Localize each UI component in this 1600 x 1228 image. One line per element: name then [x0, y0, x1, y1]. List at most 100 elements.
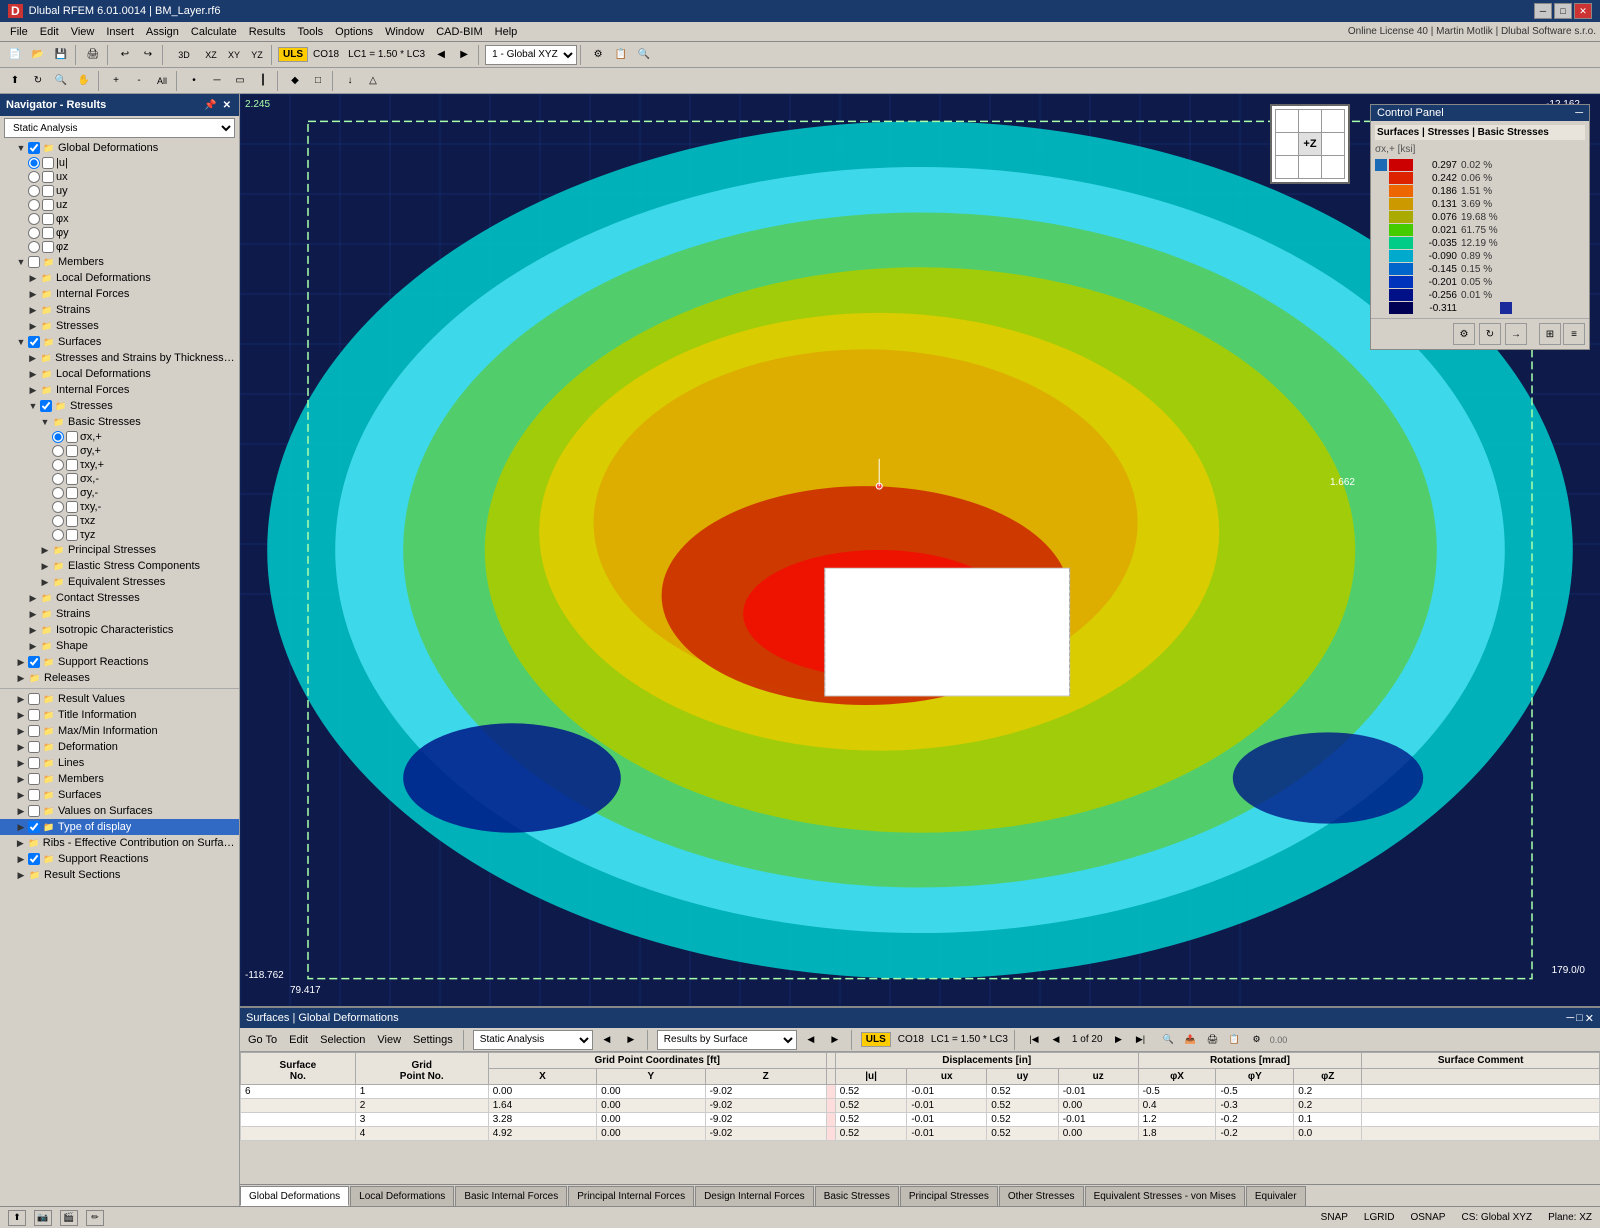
nav-item-values-on-surfaces[interactable]: ▶ 📁 Values on Surfaces	[0, 803, 239, 819]
nav-close-button[interactable]: ✕	[221, 100, 233, 111]
table-row[interactable]: 610.000.00-9.020.52-0.010.52-0.01-0.5-0.…	[241, 1085, 1600, 1099]
radio-tauxy-plus[interactable]	[52, 459, 64, 471]
bp-filter-btn[interactable]: 🔍	[1159, 1031, 1179, 1049]
nav-item-type-of-display[interactable]: ▶ 📁 Type of display	[0, 819, 239, 835]
nav-item-elastic-stress[interactable]: ▶ 📁 Elastic Stress Components	[0, 558, 239, 574]
nav-item-members-display[interactable]: ▶ 📁 Members	[0, 771, 239, 787]
nav-item-sigmay-plus[interactable]: σy,+	[0, 444, 239, 458]
check-maxmin[interactable]	[28, 725, 40, 737]
extra-btn-1[interactable]: ⚙	[587, 44, 609, 66]
check-surfaces[interactable]	[28, 336, 40, 348]
bp-result-select[interactable]: Results by Surface	[657, 1030, 797, 1050]
support-btn[interactable]: △	[362, 70, 384, 92]
check-members[interactable]	[28, 256, 40, 268]
render-btn[interactable]: ◆	[284, 70, 306, 92]
radio-sigmay-minus[interactable]	[52, 487, 64, 499]
expand-members[interactable]: ▼	[16, 257, 26, 267]
nav-analysis-select[interactable]: Static Analysis	[4, 118, 235, 138]
bp-next[interactable]: ▶	[621, 1031, 641, 1049]
nav-item-support-reactions-2[interactable]: ▶ 📁 Support Reactions	[0, 851, 239, 867]
nav-item-uz[interactable]: uz	[0, 198, 239, 212]
bp-print-btn[interactable]: 🖨	[1203, 1031, 1223, 1049]
select-button[interactable]: ⬆	[4, 70, 26, 92]
radio-sigmay-plus[interactable]	[52, 445, 64, 457]
view-yz[interactable]: YZ	[246, 44, 268, 66]
expand-ribs[interactable]: ▶	[16, 838, 25, 848]
check-title-info[interactable]	[28, 709, 40, 721]
menu-calculate[interactable]: Calculate	[185, 25, 243, 39]
bp-export-btn[interactable]: 📤	[1181, 1031, 1201, 1049]
expand-elastic[interactable]: ▶	[40, 561, 50, 571]
bp-last-page[interactable]: ▶|	[1131, 1031, 1151, 1049]
bp-extra1[interactable]: ⚙	[1247, 1031, 1267, 1049]
expand-support-2[interactable]: ▶	[16, 854, 26, 864]
bp-prev-page[interactable]: ◀	[1046, 1031, 1066, 1049]
nav-item-strains-surf[interactable]: ▶ 📁 Strains	[0, 606, 239, 622]
table-row[interactable]: 33.280.00-9.020.52-0.010.52-0.011.2-0.20…	[241, 1113, 1600, 1127]
bp-edit[interactable]: Edit	[285, 1033, 312, 1047]
expand-type-display[interactable]: ▶	[16, 822, 26, 832]
nav-item-result-values[interactable]: ▶ 📁 Result Values	[0, 691, 239, 707]
nav-item-internal-forces-members[interactable]: ▶ 📁 Internal Forces	[0, 286, 239, 302]
open-button[interactable]: 📂	[27, 44, 49, 66]
nav-item-sigmax-minus[interactable]: σx,-	[0, 472, 239, 486]
bottom-tab-8[interactable]: Equivalent Stresses - von Mises	[1085, 1186, 1245, 1206]
bottom-tab-5[interactable]: Basic Stresses	[815, 1186, 899, 1206]
nav-item-ribs[interactable]: ▶ 📁 Ribs - Effective Contribution on Sur…	[0, 835, 239, 851]
menu-window[interactable]: Window	[379, 25, 430, 39]
expand-surfaces-display[interactable]: ▶	[16, 790, 26, 800]
nav-item-ux[interactable]: ux	[0, 170, 239, 184]
table-row[interactable]: 44.920.00-9.020.52-0.010.520.001.8-0.20.…	[241, 1127, 1600, 1141]
check-values-surfaces[interactable]	[28, 805, 40, 817]
menu-edit[interactable]: Edit	[34, 25, 65, 39]
menu-tools[interactable]: Tools	[291, 25, 329, 39]
check-u-abs[interactable]	[42, 157, 54, 169]
bp-selection[interactable]: Selection	[316, 1033, 369, 1047]
bp-goto[interactable]: Go To	[244, 1033, 281, 1047]
check-result-values[interactable]	[28, 693, 40, 705]
zoom-button[interactable]: 🔍	[50, 70, 72, 92]
expand-lines[interactable]: ▶	[16, 758, 26, 768]
bottom-tab-1[interactable]: Local Deformations	[350, 1186, 454, 1206]
nav-item-stresses-members[interactable]: ▶ 📁 Stresses	[0, 318, 239, 334]
expand-isotropic[interactable]: ▶	[28, 625, 38, 635]
table-row[interactable]: 21.640.00-9.020.52-0.010.520.000.4-0.30.…	[241, 1099, 1600, 1113]
cp-refresh-button[interactable]: ↻	[1479, 323, 1501, 345]
check-sigmay-plus[interactable]	[66, 445, 78, 457]
expand-maxmin[interactable]: ▶	[16, 726, 26, 736]
radio-ux[interactable]	[28, 171, 40, 183]
check-phix[interactable]	[42, 213, 54, 225]
nav-item-tauxy-plus[interactable]: τxy,+	[0, 458, 239, 472]
nav-item-surfaces-display[interactable]: ▶ 📁 Surfaces	[0, 787, 239, 803]
print-button[interactable]: 🖨	[82, 44, 104, 66]
bp-prev[interactable]: ◀	[597, 1031, 617, 1049]
menu-cadbim[interactable]: CAD-BIM	[430, 25, 488, 39]
bp-analysis-select[interactable]: Static Analysis	[473, 1030, 593, 1050]
surfaces-show[interactable]: ▭	[229, 70, 251, 92]
extra-btn-3[interactable]: 🔍	[633, 44, 655, 66]
nav-item-local-def-surf[interactable]: ▶ 📁 Local Deformations	[0, 366, 239, 382]
bottom-tab-2[interactable]: Basic Internal Forces	[455, 1186, 567, 1206]
bottom-tab-7[interactable]: Other Stresses	[999, 1186, 1084, 1206]
check-deformation[interactable]	[28, 741, 40, 753]
menu-insert[interactable]: Insert	[100, 25, 140, 39]
view3d-button[interactable]: 3D	[169, 44, 199, 66]
zoom-in[interactable]: +	[105, 70, 127, 92]
bp-result-next[interactable]: ▶	[825, 1031, 845, 1049]
check-uy[interactable]	[42, 185, 54, 197]
radio-tauyz[interactable]	[52, 529, 64, 541]
render-wire[interactable]: □	[307, 70, 329, 92]
bp-first-page[interactable]: |◀	[1024, 1031, 1044, 1049]
nav-item-stresses-surf[interactable]: ▼ 📁 Stresses	[0, 398, 239, 414]
status-pencil-icon[interactable]: ✏	[86, 1210, 104, 1226]
bp-settings[interactable]: Settings	[409, 1033, 457, 1047]
check-global-deformations[interactable]	[28, 142, 40, 154]
undo-button[interactable]: ↩	[114, 44, 136, 66]
nav-item-deformation[interactable]: ▶ 📁 Deformation	[0, 739, 239, 755]
radio-uz[interactable]	[28, 199, 40, 211]
check-support-2[interactable]	[28, 853, 40, 865]
radio-sigmax-minus[interactable]	[52, 473, 64, 485]
zoom-out[interactable]: -	[128, 70, 150, 92]
radio-phiy[interactable]	[28, 227, 40, 239]
status-video-icon[interactable]: 🎬	[60, 1210, 78, 1226]
